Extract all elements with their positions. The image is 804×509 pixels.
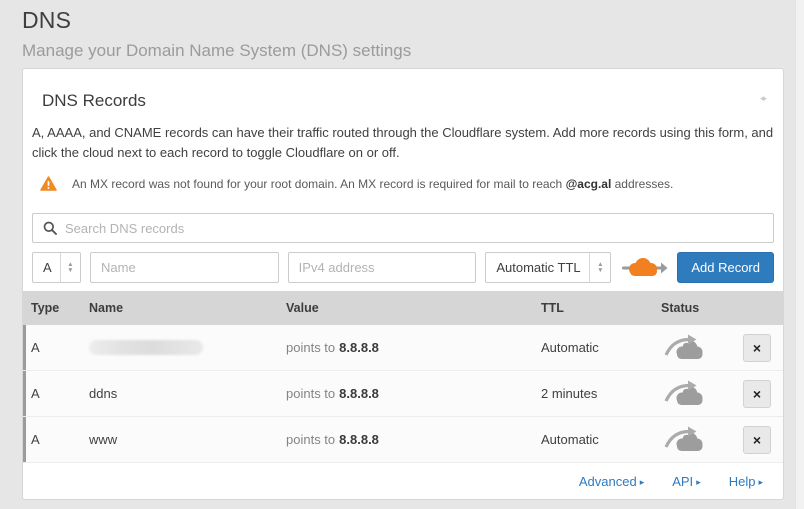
ttl-select[interactable]: Automatic TTL ▲▼: [485, 252, 611, 283]
add-record-button[interactable]: Add Record: [677, 252, 774, 283]
record-name-input[interactable]: [90, 252, 279, 283]
card-heading: DNS Records: [42, 91, 146, 111]
scrollbar-track[interactable]: [795, 0, 804, 509]
record-type: A: [23, 340, 89, 355]
page-header: DNS Manage your Domain Name System (DNS)…: [0, 0, 804, 61]
warning-text: An MX record was not found for your root…: [72, 177, 673, 191]
warning-icon: [40, 176, 57, 191]
record-actions: ×: [731, 426, 783, 454]
record-status: [661, 377, 731, 410]
add-record-form: A ▲▼ Automatic TTL ▲▼ Add Record: [32, 252, 774, 283]
status-cloud-icon[interactable]: [663, 377, 705, 410]
record-ttl: 2 minutes: [541, 386, 661, 401]
caret-icon: ▸: [640, 477, 645, 487]
table-row: A ddns points to8.8.8.8 2 minutes: [23, 371, 783, 417]
help-link[interactable]: Help▸: [729, 474, 763, 489]
record-ttl: Automatic: [541, 340, 661, 355]
caret-icon: ▸: [758, 477, 763, 487]
record-name: ddns: [89, 386, 286, 401]
mx-warning: An MX record was not found for your root…: [32, 176, 774, 191]
caret-icon: ▸: [696, 477, 701, 487]
search-icon: [43, 221, 57, 235]
card-footer: Advanced▸ API▸ Help▸: [23, 463, 783, 499]
dns-records-table: Type Name Value TTL Status A points to8.…: [23, 291, 783, 463]
header-type: Type: [23, 301, 89, 315]
header-name: Name: [89, 301, 286, 315]
header-status: Status: [661, 301, 731, 315]
api-link[interactable]: API▸: [672, 474, 701, 489]
record-name: [89, 340, 286, 355]
collapse-icon[interactable]: ◂▸: [758, 91, 767, 106]
page-subtitle: Manage your Domain Name System (DNS) set…: [22, 41, 804, 61]
header-value: Value: [286, 301, 541, 315]
card-header: DNS Records ◂▸: [23, 69, 783, 111]
page-title: DNS: [22, 7, 804, 34]
table-row: A points to8.8.8.8 Automatic: [23, 325, 783, 371]
record-type: A: [23, 386, 89, 401]
record-type-value: A: [33, 260, 60, 275]
record-actions: ×: [731, 380, 783, 408]
record-type: A: [23, 432, 89, 447]
status-cloud-icon[interactable]: [663, 331, 705, 364]
delete-record-button[interactable]: ×: [743, 380, 771, 408]
record-value: points to8.8.8.8: [286, 386, 541, 401]
record-ttl: Automatic: [541, 432, 661, 447]
card-description: A, AAAA, and CNAME records can have thei…: [32, 123, 774, 163]
redacted-name: [89, 340, 203, 355]
record-actions: ×: [731, 334, 783, 362]
table-row: A www points to8.8.8.8 Automatic: [23, 417, 783, 463]
record-type-select[interactable]: A ▲▼: [32, 252, 81, 283]
spinner-arrows-icon: ▲▼: [60, 253, 80, 282]
dns-records-card: DNS Records ◂▸ A, AAAA, and CNAME record…: [22, 68, 784, 500]
header-ttl: TTL: [541, 301, 661, 315]
table-header-row: Type Name Value TTL Status: [23, 291, 783, 325]
search-box: [32, 213, 774, 243]
record-status: [661, 423, 731, 456]
advanced-link[interactable]: Advanced▸: [579, 474, 644, 489]
record-value-input[interactable]: [288, 252, 477, 283]
delete-record-button[interactable]: ×: [743, 334, 771, 362]
record-status: [661, 331, 731, 364]
ttl-value: Automatic TTL: [486, 260, 589, 275]
record-value: points to8.8.8.8: [286, 340, 541, 355]
cloudflare-proxy-toggle-icon[interactable]: [620, 252, 668, 283]
record-value: points to8.8.8.8: [286, 432, 541, 447]
search-input[interactable]: [65, 221, 763, 236]
warning-domain: @acg.al: [566, 177, 612, 191]
status-cloud-icon[interactable]: [663, 423, 705, 456]
delete-record-button[interactable]: ×: [743, 426, 771, 454]
spinner-arrows-icon: ▲▼: [589, 253, 610, 282]
record-name: www: [89, 432, 286, 447]
